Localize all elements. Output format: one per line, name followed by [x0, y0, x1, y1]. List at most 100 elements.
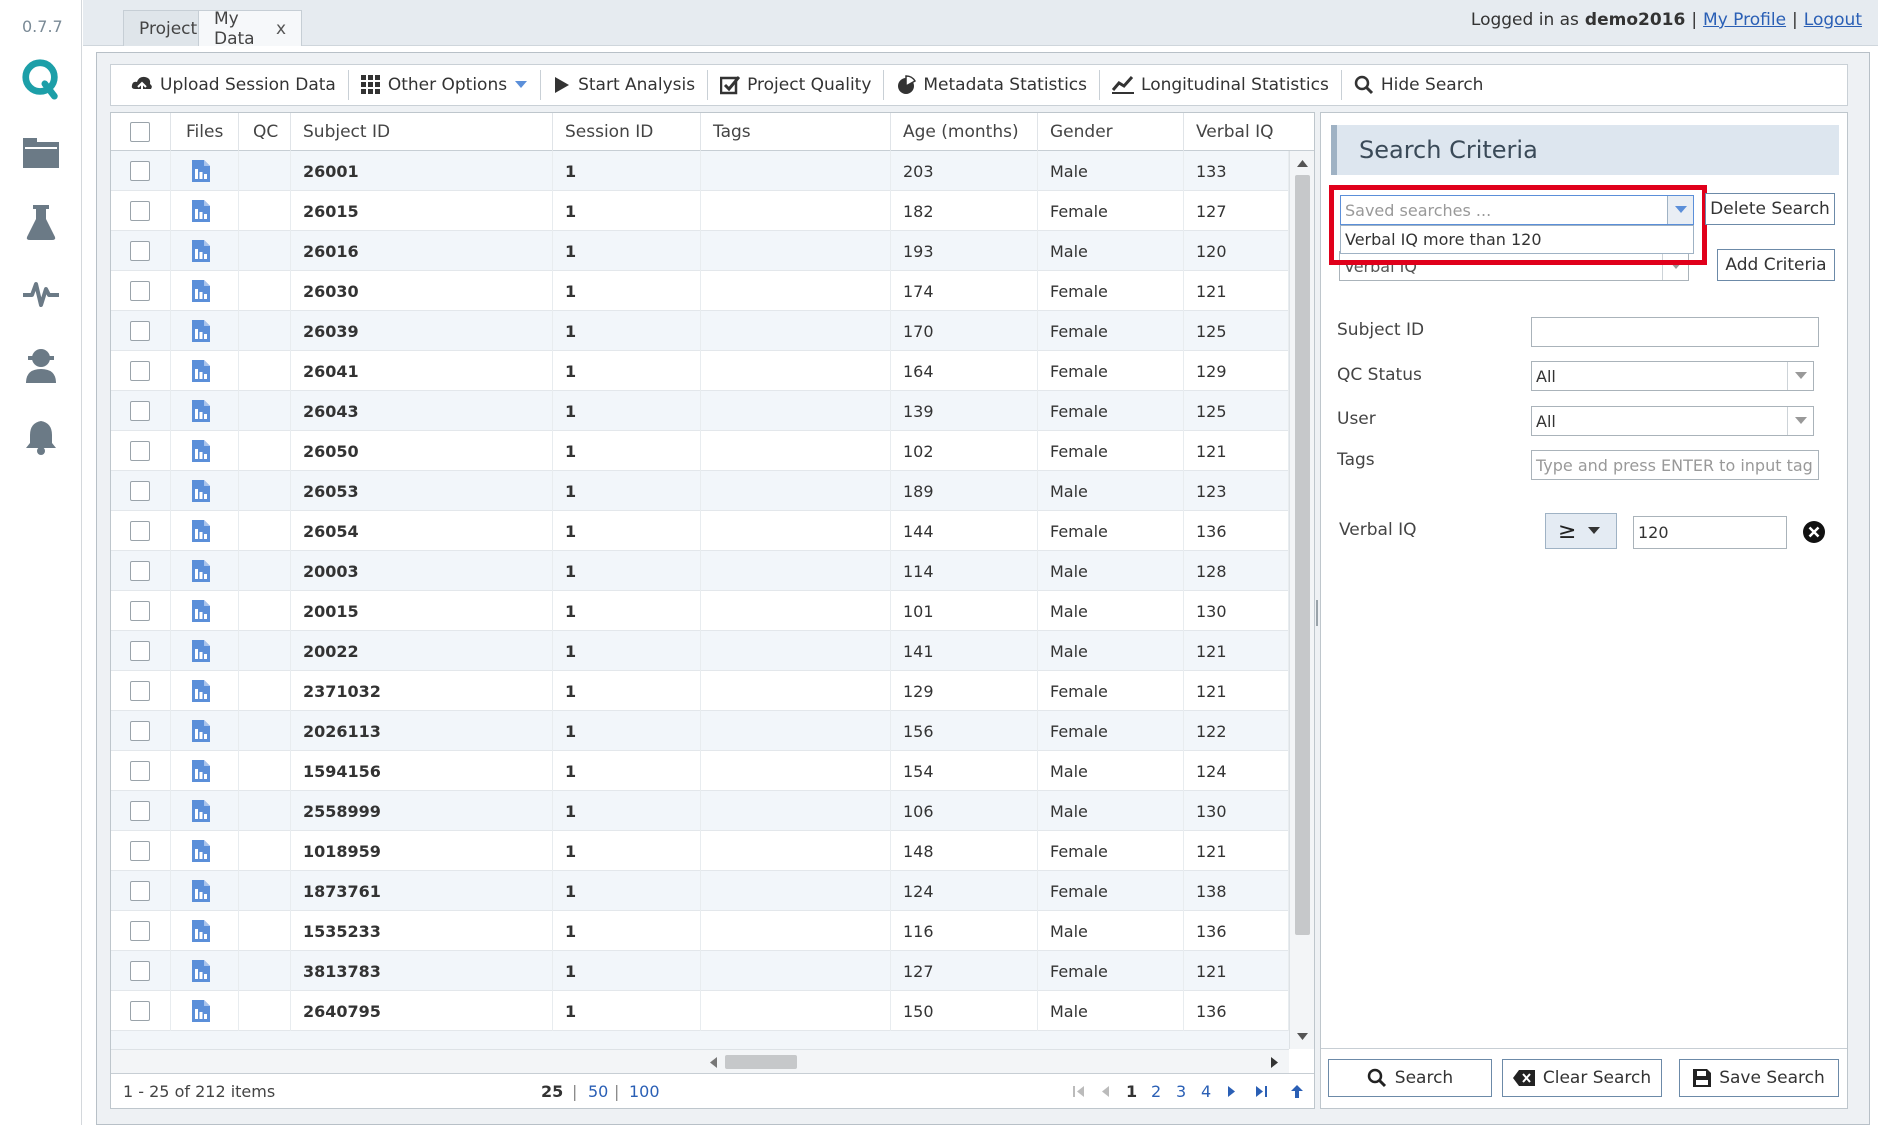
row-checkbox[interactable] [130, 321, 150, 341]
qc-status-select[interactable]: All [1531, 361, 1814, 391]
pulse-icon[interactable] [20, 273, 62, 315]
table-row[interactable]: 3813783 1 127 Female 121 [111, 951, 1289, 991]
column-header-verbal-iq[interactable]: Verbal IQ [1184, 113, 1314, 151]
file-icon[interactable] [191, 400, 211, 422]
row-checkbox[interactable] [130, 401, 150, 421]
user-icon[interactable] [20, 344, 62, 386]
header-select-all[interactable] [111, 113, 171, 151]
row-checkbox[interactable] [130, 441, 150, 461]
operator-select[interactable]: ≥ [1545, 513, 1617, 549]
dropdown-arrow[interactable] [1787, 407, 1813, 435]
page-3[interactable]: 3 [1176, 1082, 1186, 1101]
column-header-files[interactable]: Files [171, 113, 239, 151]
logout-link[interactable]: Logout [1804, 10, 1862, 30]
file-icon[interactable] [191, 160, 211, 182]
table-row[interactable]: 26015 1 182 Female 127 [111, 191, 1289, 231]
row-checkbox[interactable] [130, 161, 150, 181]
bell-icon[interactable] [20, 416, 62, 458]
folder-icon[interactable] [20, 132, 62, 174]
table-row[interactable]: 26016 1 193 Male 120 [111, 231, 1289, 271]
file-icon[interactable] [191, 240, 211, 262]
page-size-100[interactable]: 100 [629, 1082, 660, 1101]
row-checkbox[interactable] [130, 681, 150, 701]
last-page-icon[interactable] [1256, 1086, 1268, 1097]
table-row[interactable] [111, 1031, 1289, 1049]
table-row[interactable]: 26030 1 174 Female 121 [111, 271, 1289, 311]
logo-icon[interactable] [20, 58, 62, 100]
flask-icon[interactable] [20, 202, 62, 244]
vertical-scroll-thumb[interactable] [1295, 175, 1310, 935]
row-checkbox[interactable] [130, 521, 150, 541]
table-row[interactable]: 2371032 1 129 Female 121 [111, 671, 1289, 711]
file-icon[interactable] [191, 320, 211, 342]
user-select[interactable]: All [1531, 406, 1814, 436]
row-checkbox[interactable] [130, 361, 150, 381]
file-icon[interactable] [191, 840, 211, 862]
remove-criteria-icon[interactable] [1802, 520, 1826, 544]
clear-search-button[interactable]: Clear Search [1502, 1059, 1662, 1097]
page-size-25[interactable]: 25 [541, 1082, 563, 1101]
save-search-button[interactable]: Save Search [1679, 1059, 1839, 1097]
my-profile-link[interactable]: My Profile [1703, 10, 1786, 30]
select-all-checkbox[interactable] [130, 122, 150, 142]
saved-searches-combobox[interactable]: Saved searches ... [1340, 195, 1694, 225]
first-page-icon[interactable] [1073, 1086, 1085, 1097]
row-checkbox[interactable] [130, 881, 150, 901]
horizontal-scroll-thumb[interactable] [725, 1055, 797, 1069]
column-header-age[interactable]: Age (months) [891, 113, 1038, 151]
table-row[interactable]: 2640795 1 150 Male 136 [111, 991, 1289, 1031]
table-row[interactable]: 1018959 1 148 Female 121 [111, 831, 1289, 871]
table-row[interactable]: 26050 1 102 Female 121 [111, 431, 1289, 471]
column-header-subject-id[interactable]: Subject ID [291, 113, 553, 151]
prev-page-icon[interactable] [1101, 1086, 1109, 1097]
horizontal-scrollbar[interactable] [111, 1049, 1289, 1073]
dropdown-arrow[interactable] [1787, 362, 1813, 390]
next-page-icon[interactable] [1228, 1086, 1236, 1097]
file-icon[interactable] [191, 600, 211, 622]
table-row[interactable]: 26041 1 164 Female 129 [111, 351, 1289, 391]
project-quality-button[interactable]: Project Quality [708, 70, 885, 100]
table-row[interactable]: 2026113 1 156 Female 122 [111, 711, 1289, 751]
file-icon[interactable] [191, 520, 211, 542]
table-row[interactable]: 1594156 1 154 Male 124 [111, 751, 1289, 791]
row-checkbox[interactable] [130, 721, 150, 741]
hide-search-button[interactable]: Hide Search [1342, 70, 1496, 100]
file-icon[interactable] [191, 560, 211, 582]
scroll-top-icon[interactable] [1291, 1085, 1303, 1098]
table-row[interactable]: 2558999 1 106 Male 130 [111, 791, 1289, 831]
file-icon[interactable] [191, 480, 211, 502]
table-row[interactable]: 1535233 1 116 Male 136 [111, 911, 1289, 951]
row-checkbox[interactable] [130, 1001, 150, 1021]
add-criteria-button[interactable]: Add Criteria [1717, 249, 1835, 281]
file-icon[interactable] [191, 760, 211, 782]
splitter-handle[interactable] [1316, 600, 1318, 626]
table-row[interactable]: 20003 1 114 Male 128 [111, 551, 1289, 591]
table-row[interactable]: 1873761 1 124 Female 138 [111, 871, 1289, 911]
page-size-50[interactable]: 50 [588, 1082, 608, 1101]
other-options-button[interactable]: Other Options [349, 70, 542, 100]
file-icon[interactable] [191, 720, 211, 742]
file-icon[interactable] [191, 280, 211, 302]
file-icon[interactable] [191, 360, 211, 382]
table-row[interactable]: 20022 1 141 Male 121 [111, 631, 1289, 671]
column-header-gender[interactable]: Gender [1038, 113, 1184, 151]
start-analysis-button[interactable]: Start Analysis [541, 70, 709, 100]
row-checkbox[interactable] [130, 761, 150, 781]
page-2[interactable]: 2 [1151, 1082, 1161, 1101]
column-header-tags[interactable]: Tags [701, 113, 891, 151]
longitudinal-statistics-button[interactable]: Longitudinal Statistics [1100, 70, 1342, 100]
row-checkbox[interactable] [130, 841, 150, 861]
page-1[interactable]: 1 [1126, 1082, 1137, 1101]
file-icon[interactable] [191, 440, 211, 462]
vertical-scrollbar[interactable] [1289, 151, 1314, 1049]
tab-my-data[interactable]: My Data x [198, 9, 302, 49]
row-checkbox[interactable] [130, 281, 150, 301]
table-row[interactable]: 26043 1 139 Female 125 [111, 391, 1289, 431]
subject-id-input[interactable] [1531, 317, 1819, 347]
row-checkbox[interactable] [130, 921, 150, 941]
saved-search-option[interactable]: Verbal IQ more than 120 [1340, 225, 1694, 254]
row-checkbox[interactable] [130, 801, 150, 821]
file-icon[interactable] [191, 800, 211, 822]
close-icon[interactable]: x [276, 19, 286, 39]
table-row[interactable]: 26001 1 203 Male 133 [111, 151, 1289, 191]
